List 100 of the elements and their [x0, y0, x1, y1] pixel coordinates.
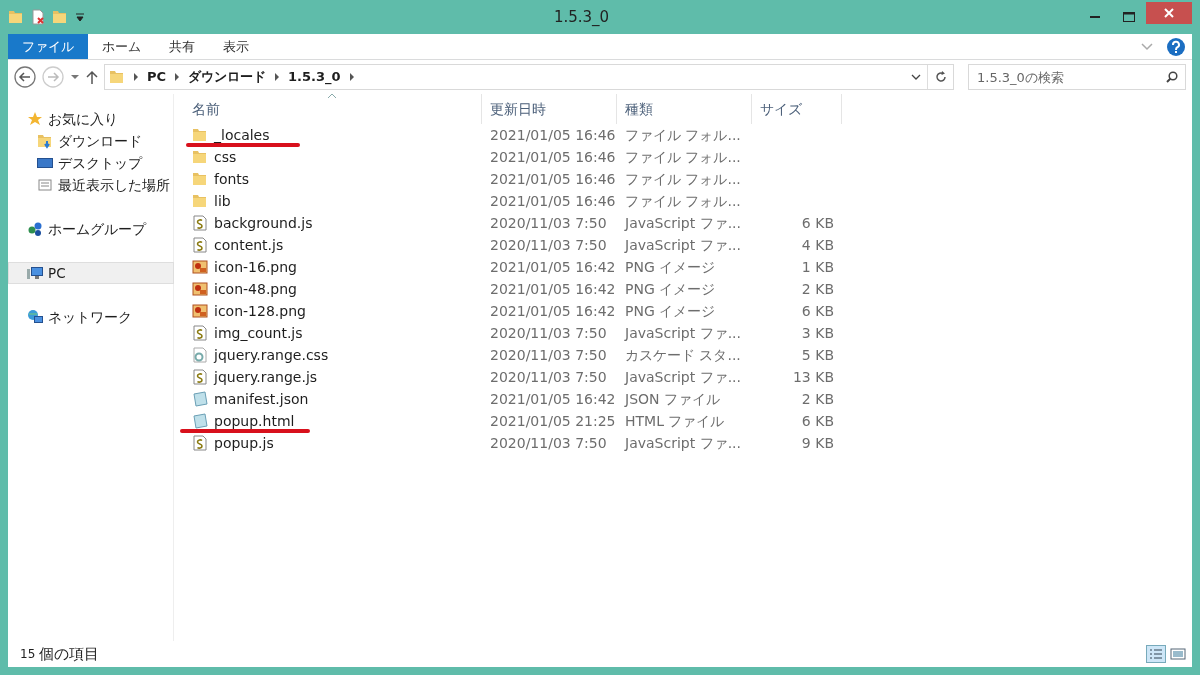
help-icon[interactable] [1167, 37, 1185, 56]
sidebar-item[interactable]: PC [8, 262, 174, 284]
ribbon-tab[interactable]: 共有 [155, 34, 209, 59]
file-name[interactable]: icon-128.png [214, 300, 306, 322]
breadcrumb-link[interactable]: PC [147, 67, 167, 87]
modified-date: 2021/01/05 16:46 [489, 147, 617, 167]
file-size: 6 KB [801, 214, 834, 231]
file-type: PNG イメージ [624, 279, 717, 299]
sidebar-item[interactable]: お気に入り [8, 108, 174, 130]
file-name[interactable]: jquery.range.css [214, 344, 329, 366]
file-name[interactable]: content.js [214, 234, 284, 256]
sidebar-item[interactable]: ホームグループ [8, 218, 174, 240]
homegroup-icon [27, 221, 43, 237]
file-name[interactable]: jquery.range.js [214, 366, 318, 388]
sidebar-item[interactable]: ダウンロード [8, 130, 174, 152]
ribbon-tab[interactable]: 表示 [209, 34, 263, 59]
file-name[interactable]: icon-48.png [214, 278, 297, 300]
file-type: カスケード スタ... [624, 345, 742, 365]
gear-file-icon [192, 347, 208, 363]
close-icon [1164, 8, 1174, 18]
minimize-icon [1090, 16, 1100, 18]
new-document-icon[interactable] [31, 9, 45, 25]
chevron-right-icon[interactable] [174, 72, 181, 82]
column-header[interactable]: 名前 [184, 94, 482, 124]
breadcrumb-link[interactable]: 1.5.3_0 [288, 67, 341, 87]
search-icon[interactable] [1166, 71, 1178, 83]
folder-icon [109, 69, 125, 85]
sidebar-item[interactable]: ネットワーク [8, 306, 174, 328]
chevron-down-icon[interactable] [911, 74, 921, 80]
chevron-right-icon[interactable] [274, 72, 281, 82]
modified-date: 2021/01/05 16:42 [489, 389, 617, 409]
file-name[interactable]: manifest.json [214, 388, 309, 410]
file-name[interactable]: lib [214, 190, 231, 212]
file-size: 5 KB [801, 346, 834, 363]
star-icon [27, 111, 43, 127]
file-name[interactable]: background.js [214, 212, 313, 234]
script-file-icon [192, 369, 208, 385]
document-icon [192, 391, 208, 407]
sidebar-item[interactable]: デスクトップ [8, 152, 174, 174]
address-field[interactable]: PC ダウンロード 1.5.3_0 [104, 64, 954, 90]
modified-date: 2020/11/03 7:50 [489, 345, 608, 365]
file-name[interactable]: fonts [214, 168, 250, 190]
ribbon-tab[interactable]: ホーム [88, 34, 155, 59]
dropdown-icon[interactable] [70, 74, 80, 80]
script-file-icon [192, 325, 208, 341]
modified-date: 2021/01/05 16:42 [489, 279, 617, 299]
file-name[interactable]: popup.js [214, 432, 274, 454]
script-file-icon [192, 435, 208, 451]
breadcrumb-link[interactable]: ダウンロード [188, 67, 267, 87]
ribbon-tab[interactable]: ファイル [8, 34, 88, 59]
file-name[interactable]: img_count.js [214, 322, 303, 344]
file-size: 1 KB [801, 258, 834, 275]
file-type: JavaScript ファ... [623, 323, 742, 343]
folder-download-icon [37, 133, 53, 149]
file-name[interactable]: css [214, 146, 237, 168]
image-file-icon [192, 281, 208, 297]
file-type: HTML ファイル [624, 411, 726, 431]
dropdown-icon[interactable] [75, 12, 85, 22]
file-size: 6 KB [801, 412, 834, 429]
refresh-icon [934, 71, 947, 83]
file-size: 6 KB [801, 302, 834, 319]
file-type: ファイル フォル... [624, 125, 742, 145]
image-file-icon [192, 303, 208, 319]
file-name[interactable]: popup.html [214, 410, 295, 432]
file-type: ファイル フォル... [624, 169, 742, 189]
item-count-label: 個の項目 [39, 643, 100, 665]
folder-icon [192, 127, 208, 143]
chevron-right-icon[interactable] [133, 72, 139, 82]
file-type: JavaScript ファ... [623, 433, 742, 453]
folder-icon [192, 193, 208, 209]
file-type: PNG イメージ [624, 301, 717, 321]
column-header[interactable]: サイズ [752, 94, 842, 124]
close-button[interactable] [1146, 2, 1192, 24]
folder-icon [192, 149, 208, 165]
modified-date: 2021/01/05 16:46 [489, 191, 617, 211]
modified-date: 2021/01/05 21:25 [489, 411, 617, 431]
sidebar-item[interactable]: 最近表示した場所 [8, 174, 174, 196]
file-size: 13 KB [792, 368, 834, 385]
maximize-icon [1123, 12, 1135, 22]
file-type: JavaScript ファ... [623, 235, 742, 255]
monitor-icon [37, 155, 53, 171]
modified-date: 2020/11/03 7:50 [489, 433, 608, 453]
file-type: ファイル フォル... [624, 191, 742, 211]
file-name[interactable]: _locales [214, 124, 270, 146]
column-header[interactable]: 更新日時 [482, 94, 617, 124]
modified-date: 2021/01/05 16:46 [489, 169, 617, 189]
file-type: JSON ファイル [623, 389, 721, 409]
item-count: 15 [20, 646, 36, 663]
up-arrow-icon[interactable] [86, 70, 98, 84]
search-field[interactable]: 1.5.3_0の検索 [968, 64, 1186, 90]
network-icon [27, 309, 43, 325]
chevron-right-icon[interactable] [348, 72, 355, 82]
file-type: JavaScript ファ... [623, 213, 742, 233]
back-button[interactable] [14, 66, 36, 88]
recent-places-icon [37, 177, 53, 193]
file-name[interactable]: icon-16.png [214, 256, 297, 278]
file-size: 2 KB [801, 390, 834, 407]
column-header[interactable]: 種類 [617, 94, 752, 124]
file-type: PNG イメージ [624, 257, 717, 277]
folder-icon [192, 171, 208, 187]
